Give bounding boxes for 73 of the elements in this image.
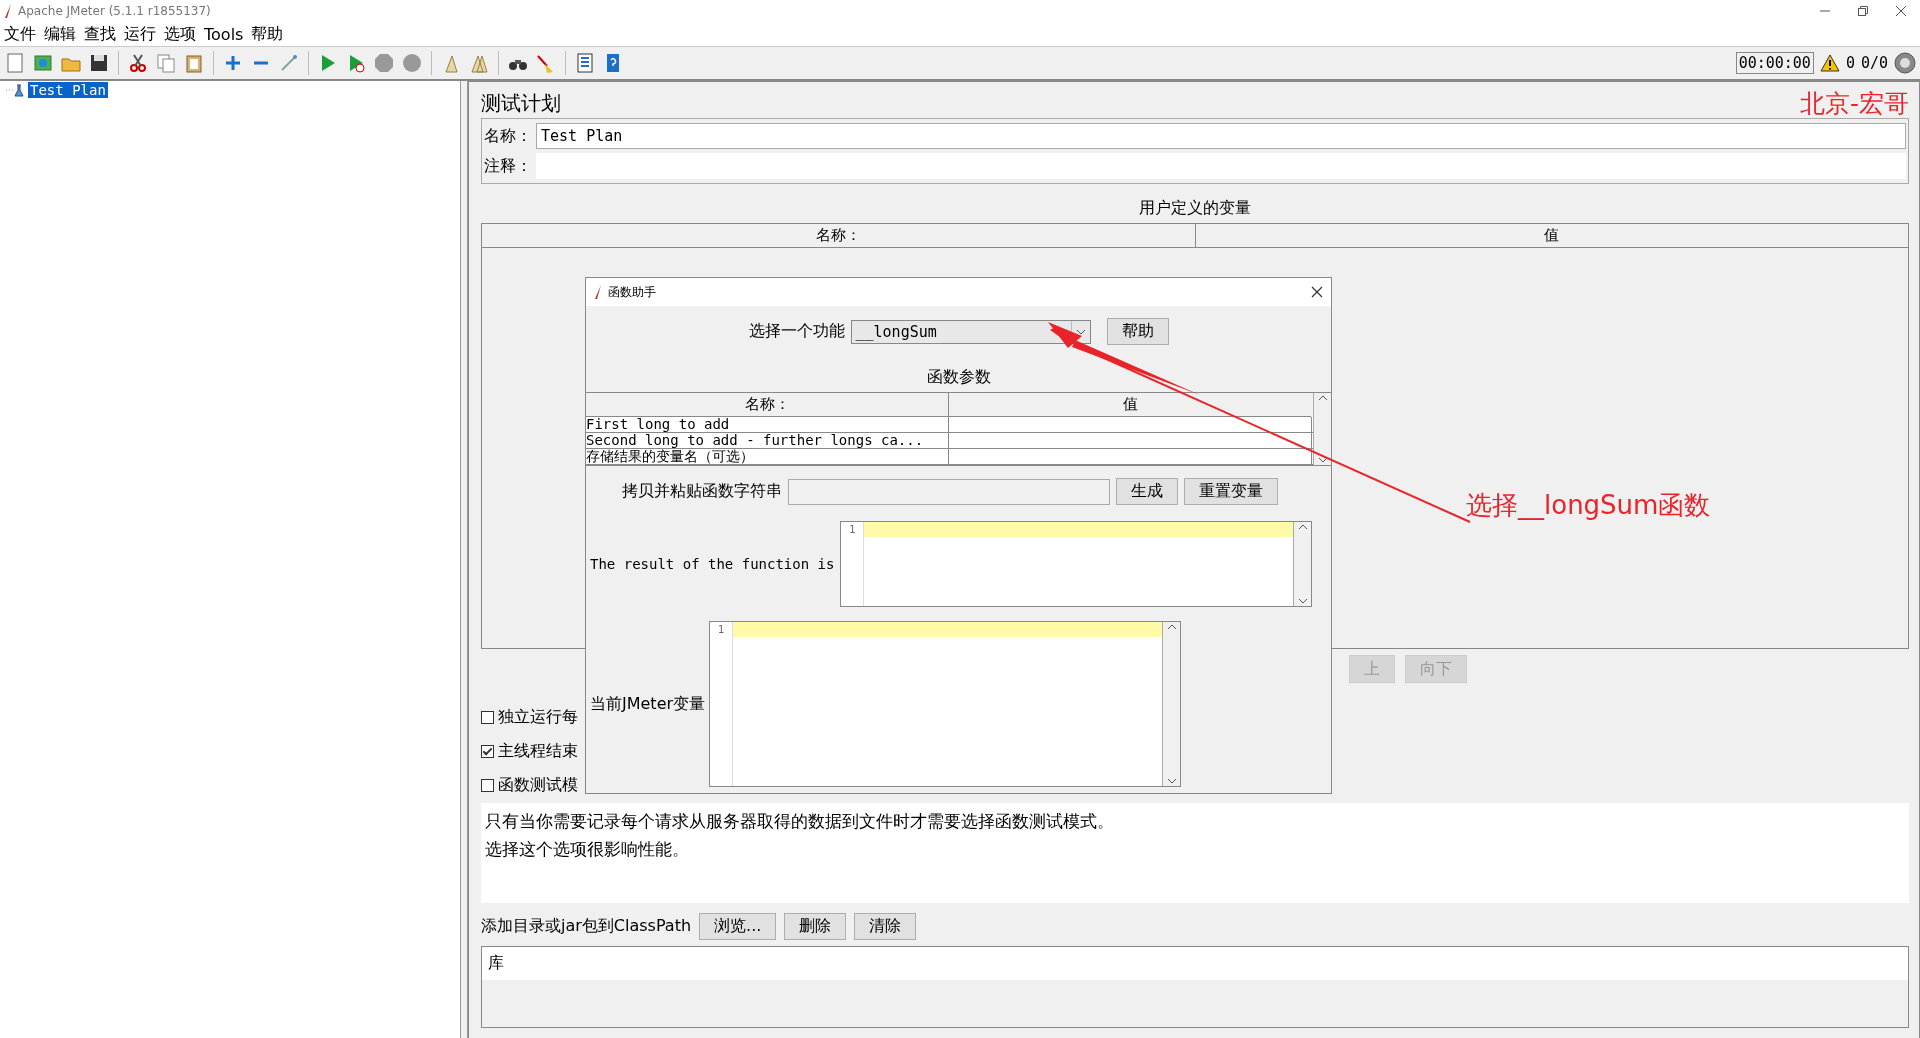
watermark-text: 北京-宏哥	[1799, 87, 1909, 120]
column-header: 值	[1543, 225, 1561, 246]
menu-item[interactable]: 帮助	[251, 23, 284, 45]
paste-icon[interactable]	[183, 52, 205, 74]
menu-item[interactable]: 选项	[164, 23, 196, 45]
menu-item[interactable]: 运行	[124, 23, 156, 45]
scroll-up-icon[interactable]	[1167, 624, 1176, 629]
section-title: 用户定义的变量	[1138, 198, 1252, 219]
checkbox[interactable]	[481, 710, 494, 724]
timer-display: 00:00:00	[1735, 52, 1814, 74]
function-dropdown[interactable]: __longSum	[850, 319, 1091, 344]
variables-area[interactable]: 1	[709, 621, 1182, 787]
list-icon[interactable]	[574, 52, 596, 74]
field-label: 当前JMeter变量	[590, 693, 706, 715]
function-string-field[interactable]	[788, 478, 1110, 505]
classpath-button[interactable]: 清除	[854, 913, 917, 940]
scroll-down-icon[interactable]	[1167, 779, 1176, 784]
shutdown-icon[interactable]	[401, 52, 423, 74]
column-header: 名称：	[482, 224, 1196, 247]
help-button[interactable]: 帮助	[1106, 318, 1169, 345]
menu-item[interactable]: Tools	[204, 24, 244, 44]
close-icon[interactable]	[1311, 286, 1323, 298]
scroll-down-icon[interactable]	[1318, 458, 1327, 463]
section-title: 函数参数	[925, 367, 992, 388]
field-label: 选择一个功能	[748, 321, 845, 342]
line-number: 1	[710, 622, 734, 786]
help-text: 选择这个选项很影响性能。	[485, 838, 690, 861]
checkbox-label: 独立运行每	[498, 706, 578, 728]
menu-item[interactable]: 查找	[84, 23, 116, 45]
menu-item[interactable]: 编辑	[44, 23, 76, 45]
table-cell: 存储结果的变量名（可选）	[586, 449, 949, 464]
classpath-button[interactable]: 浏览...	[699, 913, 777, 940]
result-area[interactable]: 1	[840, 521, 1313, 607]
warning-icon	[1819, 54, 1840, 72]
annotation-text: 选择__longSum函数	[1466, 489, 1711, 522]
feather-icon	[4, 4, 12, 18]
cut-icon[interactable]	[127, 52, 149, 74]
close-icon[interactable]	[1896, 6, 1906, 16]
reset-button[interactable]: 重置变量	[1184, 478, 1278, 505]
scroll-down-icon[interactable]	[1298, 599, 1307, 604]
checkbox-label: 函数测试模	[498, 774, 578, 796]
template-icon[interactable]	[32, 52, 54, 74]
menu-item[interactable]: 文件	[4, 23, 36, 45]
table-cell: First long to add	[586, 417, 949, 432]
field-label: The result of the function is	[590, 556, 835, 572]
copy-icon[interactable]	[155, 52, 177, 74]
dialog-title: 函数助手	[608, 283, 656, 301]
classpath-label: 添加目录或jar包到ClassPath	[481, 916, 692, 937]
name-field[interactable]: Test Plan	[536, 123, 1906, 149]
new-file-icon[interactable]	[4, 52, 26, 74]
stop-icon[interactable]	[373, 52, 395, 74]
scroll-up-icon[interactable]	[1318, 395, 1327, 400]
panel-title: 测试计划	[481, 89, 561, 117]
table-cell: Second long to add - further longs ca...	[586, 433, 949, 448]
column-header: 库	[482, 947, 1908, 980]
field-label: 名称：	[484, 125, 533, 147]
warning-count: 0	[1845, 54, 1855, 72]
generate-button[interactable]: 生成	[1116, 478, 1178, 505]
status-indicator-icon[interactable]	[1894, 52, 1916, 74]
field-label: 拷贝并粘贴函数字符串	[622, 481, 782, 502]
scroll-up-icon[interactable]	[1298, 524, 1307, 529]
field-label: 注释：	[484, 155, 533, 177]
checkbox[interactable]	[481, 778, 494, 792]
help-text: 只有当你需要记录每个请求从服务器取得的数据到文件时才需要选择函数测试模式。	[485, 810, 1115, 833]
checkbox[interactable]	[481, 744, 494, 758]
checkbox-label: 主线程结束	[498, 740, 578, 762]
feather-icon	[594, 285, 602, 299]
window-title: Apache JMeter (5.1.1 r1855137)	[18, 4, 211, 18]
restore-icon[interactable]	[1858, 6, 1868, 16]
tree-item[interactable]: Test Plan	[28, 82, 108, 98]
thread-count: 0/0	[1860, 54, 1888, 72]
classpath-button[interactable]: 删除	[784, 913, 847, 940]
save-icon[interactable]	[88, 52, 110, 74]
